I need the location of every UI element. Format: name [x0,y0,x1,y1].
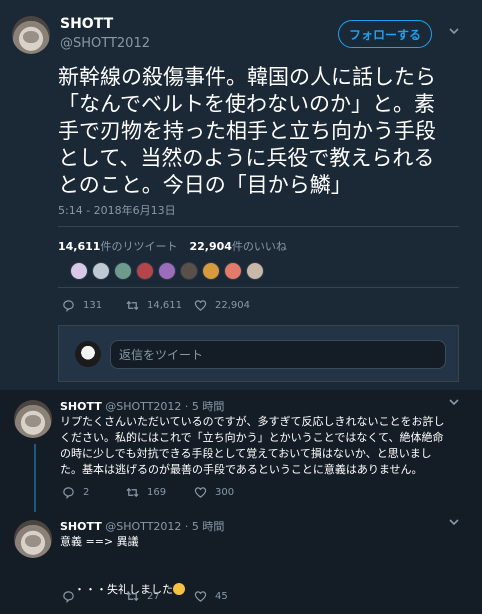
like-stat[interactable]: 22,904件のいいね [189,238,286,254]
reply-icon [63,591,74,603]
thread-line [34,444,36,512]
like-icon [194,591,207,602]
like-action[interactable]: 22,904 [194,299,264,312]
reply-author-avatar[interactable] [14,400,52,438]
like-icon [194,487,207,498]
liker-avatar[interactable] [180,262,198,280]
reply-count: 131 [83,300,103,311]
author-name[interactable]: SHOTT [60,16,113,32]
like-icon [194,300,207,311]
chevron-down-icon[interactable] [448,396,460,412]
reply-author-avatar[interactable] [14,520,52,558]
retweet-count: 27 [147,591,160,602]
tweet-actions: 131 14,611 22,904 [62,299,264,312]
retweet-action[interactable]: 27 [126,590,194,603]
divider [58,226,459,227]
liker-avatars [70,262,264,280]
reply-meta: @SHOTT2012 · 5 時間 [105,400,225,413]
liker-avatar[interactable] [92,262,110,280]
reply-text: リプたくさんいただいているのですが、多すぎて反応しきれないことをお許し ください… [60,415,445,476]
retweet-icon [126,300,139,311]
chevron-down-icon[interactable] [448,25,460,41]
author-handle[interactable]: @SHOTT2012 [60,36,150,51]
reply-tweet[interactable]: SHOTT @SHOTT2012 · 5 時間 意義 ==> 異議 ・・・失礼し… [0,510,482,614]
divider [58,287,459,288]
retweet-stat[interactable]: 14,611件のリツイート [58,238,177,254]
tweet-stats: 14,611件のリツイート 22,904件のいいね [58,238,287,254]
reply-composer: 返信をツイート [58,325,459,382]
reply-author-name[interactable]: SHOTT [60,520,102,533]
retweet-icon [126,487,139,498]
reply-header: SHOTT @SHOTT2012 · 5 時間 [60,398,224,414]
retweet-action[interactable]: 169 [126,486,194,499]
liker-avatar[interactable] [202,262,220,280]
reply-actions: 2 169 300 [62,486,264,499]
liker-avatar[interactable] [70,262,88,280]
reply-meta: @SHOTT2012 · 5 時間 [105,520,225,533]
liker-avatar[interactable] [246,262,264,280]
retweet-icon [126,591,139,602]
reply-input[interactable]: 返信をツイート [110,340,446,369]
reply-header: SHOTT @SHOTT2012 · 5 時間 [60,518,224,534]
reply-action[interactable]: 131 [62,299,126,312]
reply-action[interactable] [62,590,126,603]
retweet-count: 14,611 [147,300,182,311]
retweet-count: 169 [147,487,167,498]
reply-icon [63,487,74,499]
follow-button[interactable]: フォローする [338,20,432,48]
liker-avatar[interactable] [224,262,242,280]
tweet-text: 新幹線の殺傷事件。韓国の人に話したら 「なんでベルトを使わないのか」と。素 手で… [58,65,436,197]
author-avatar[interactable] [12,16,50,54]
liker-avatar[interactable] [114,262,132,280]
reply-count: 2 [83,487,90,498]
chevron-down-icon[interactable] [448,516,460,532]
like-count: 45 [215,591,228,602]
current-user-avatar [75,341,101,367]
like-action[interactable]: 45 [194,590,264,603]
reply-author-name[interactable]: SHOTT [60,400,102,413]
reply-text-line1: 意義 ==> 異議 [60,535,139,548]
retweet-action[interactable]: 14,611 [126,299,194,312]
like-action[interactable]: 300 [194,486,264,499]
like-count: 300 [215,487,235,498]
reply-tweet[interactable]: SHOTT @SHOTT2012 · 5 時間 リプたくさんいただいているのです… [0,390,482,510]
reply-actions: 27 45 [62,590,264,603]
liker-avatar[interactable] [158,262,176,280]
main-tweet: SHOTT @SHOTT2012 フォローする 新幹線の殺傷事件。韓国の人に話し… [0,0,482,390]
reply-action[interactable]: 2 [62,486,126,499]
reply-icon [63,300,74,312]
tweet-timestamp[interactable]: 5:14 - 2018年6月13日 [58,202,176,218]
like-count: 22,904 [215,300,250,311]
liker-avatar[interactable] [136,262,154,280]
